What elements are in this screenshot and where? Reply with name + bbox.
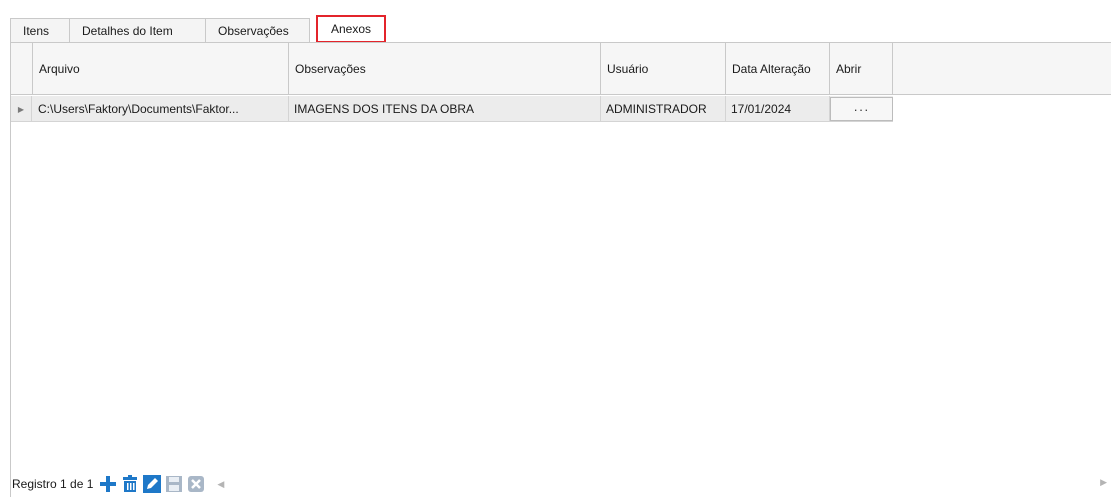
cell-observacoes[interactable]: IMAGENS DOS ITENS DA OBRA <box>289 96 601 122</box>
grid-header: Arquivo Observações Usuário Data Alteraç… <box>11 43 1111 95</box>
attachments-grid: Arquivo Observações Usuário Data Alteraç… <box>10 42 1111 497</box>
scroll-right-icon[interactable]: ▶ <box>1100 477 1107 488</box>
tab-observacoes[interactable]: Observações <box>206 18 310 43</box>
tab-label: Anexos <box>331 22 372 36</box>
delete-icon[interactable] <box>121 475 139 493</box>
row-indicator-icon: ▶ <box>11 96 32 122</box>
tab-anexos[interactable]: Anexos <box>316 15 387 43</box>
edit-icon[interactable] <box>143 475 162 493</box>
tab-label: Detalhes do Item <box>82 24 173 38</box>
column-label: Data Alteração <box>732 62 811 76</box>
table-row[interactable]: ▶ C:\Users\Faktory\Documents\Faktor... I… <box>11 96 893 122</box>
column-label: Abrir <box>836 62 862 76</box>
record-counter: Registro 1 de 1 <box>12 477 94 491</box>
cancel-icon[interactable] <box>187 475 205 493</box>
open-attachment-button[interactable]: ··· <box>830 97 893 121</box>
column-label: Observações <box>295 62 366 76</box>
add-icon[interactable] <box>99 475 117 493</box>
tab-label: Observações <box>218 24 289 38</box>
cell-data-alteracao[interactable]: 17/01/2024 <box>726 96 830 122</box>
cell-usuario[interactable]: ADMINISTRADOR <box>601 96 726 122</box>
column-label: Usuário <box>607 62 649 76</box>
save-icon[interactable] <box>165 475 183 493</box>
column-header-abrir[interactable]: Abrir <box>830 43 893 95</box>
tab-label: Itens <box>23 24 50 38</box>
tab-itens[interactable]: Itens <box>10 18 70 43</box>
column-label: Arquivo <box>39 62 80 76</box>
data-navigator: Registro 1 de 1 ◀ ▶ <box>10 471 1111 497</box>
column-header-data-alteracao[interactable]: Data Alteração <box>726 43 830 95</box>
scroll-left-icon[interactable]: ◀ <box>217 479 224 490</box>
column-header-arquivo[interactable]: Arquivo <box>33 43 289 95</box>
header-indicator-cell <box>11 43 33 95</box>
tab-detalhes-do-item[interactable]: Detalhes do Item <box>70 18 206 43</box>
column-header-usuario[interactable]: Usuário <box>601 43 726 95</box>
tab-strip: Itens Detalhes do Item Observações Anexo… <box>10 15 387 43</box>
column-header-observacoes[interactable]: Observações <box>289 43 601 95</box>
cell-arquivo[interactable]: C:\Users\Faktory\Documents\Faktor... <box>33 96 289 122</box>
